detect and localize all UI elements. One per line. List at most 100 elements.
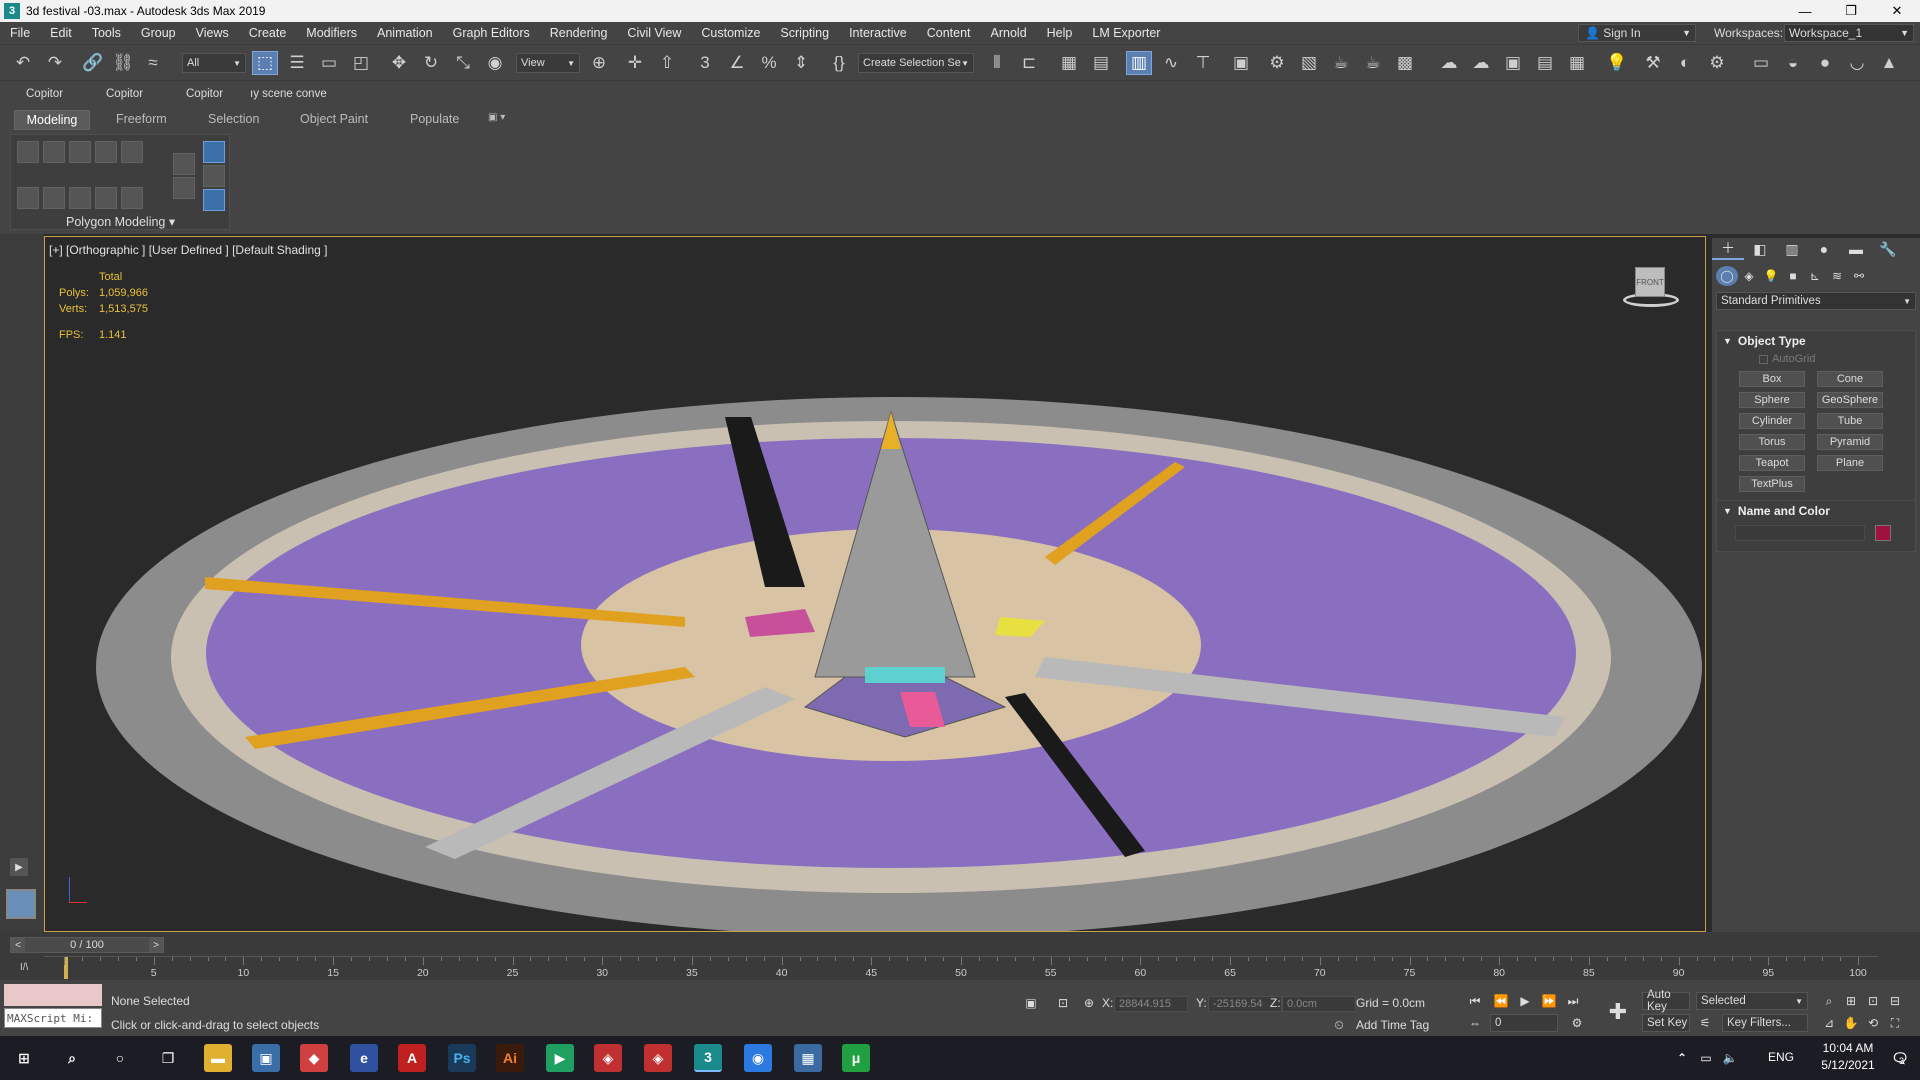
teapot-button[interactable]: Teapot [1739,455,1805,471]
menu-content[interactable]: Content [917,26,981,40]
object-name-input[interactable] [1735,525,1865,541]
polygon-icon[interactable] [95,141,117,163]
3dsmax-app-icon[interactable]: 3 [4,3,20,19]
keyboard-shortcut-override-icon[interactable]: ⇧ [654,51,680,75]
menu-rendering[interactable]: Rendering [540,26,618,40]
go-to-start-icon[interactable]: ⏮ [1466,992,1484,1010]
minimize-button[interactable]: — [1782,0,1828,22]
move-icon[interactable]: ✥ [386,51,412,75]
dome-light-icon[interactable]: ◒ [1780,51,1806,75]
render-setup-icon[interactable]: ⚙ [1264,51,1290,75]
key-set-dropdown[interactable]: Selected ▼ [1696,992,1808,1010]
motion-tab-icon[interactable]: ● [1808,238,1840,260]
ribbon-options-icon[interactable]: ▣ ▾ [488,112,505,123]
previous-frame-icon[interactable]: < [11,938,25,952]
placement-icon[interactable]: ◉ [482,51,508,75]
spinner-snap-icon[interactable]: ⇕ [788,51,814,75]
link-icon[interactable]: 🔗 [80,51,106,75]
menu-arnold[interactable]: Arnold [981,26,1037,40]
schematic-view-icon[interactable]: ⊤ [1190,51,1216,75]
clock-date[interactable]: 5/12/2021 [1810,1058,1886,1072]
reference-coordinate-dropdown[interactable]: View ▼ [516,53,580,73]
object-color-swatch[interactable] [1875,525,1891,541]
set-key-button[interactable]: Set Key [1642,1014,1690,1032]
textplus-button[interactable]: TextPlus [1739,476,1805,492]
edge-icon[interactable] [43,141,65,163]
scene-converter-button[interactable]: ıy scene conve [250,88,327,100]
windows-start-icon[interactable]: ⊞ [10,1044,38,1072]
calculator-icon[interactable]: ▦ [794,1044,822,1072]
store-icon[interactable]: ▣ [252,1044,280,1072]
sketchup-icon[interactable]: ◈ [594,1044,622,1072]
cone-button[interactable]: Cone [1817,371,1883,387]
menu-views[interactable]: Views [186,26,239,40]
collapse-stack-icon[interactable] [95,187,117,209]
systems-icon[interactable]: ⚯ [1848,266,1870,286]
x-coordinate-field[interactable]: 28844.915 [1114,996,1188,1012]
light-lister-icon[interactable]: 💡 [1604,51,1630,75]
helpers-icon[interactable]: ⊾ [1804,266,1826,286]
task-view-icon[interactable]: ❐ [154,1044,182,1072]
default-in-out-tangents-icon[interactable]: ⚟ [1696,1014,1714,1032]
cameras-icon[interactable]: ■ [1782,266,1804,286]
redo-icon[interactable]: ↷ [42,51,68,75]
edit-named-selection-icon[interactable]: {} [826,51,852,75]
time-tag-icon[interactable]: ⏲ [1330,1016,1348,1034]
bind-space-warp-icon[interactable]: ≈ [140,51,166,75]
next-frame-icon[interactable]: > [149,938,163,952]
rotate-icon[interactable]: ↻ [418,51,444,75]
close-button[interactable]: ✕ [1874,0,1920,22]
tab-selection[interactable]: Selection [208,112,259,126]
selection-filter-dropdown[interactable]: All ▼ [182,53,246,73]
create-tab-icon[interactable]: ＋ [1712,238,1744,260]
acrobat-icon[interactable]: A [398,1044,426,1072]
cylinder-button[interactable]: Cylinder [1739,413,1805,429]
viewport-label[interactable]: [+] [Orthographic ] [User Defined ] [Def… [49,243,327,257]
next-key-icon[interactable]: ⏩ [1540,992,1558,1010]
cloud-icon[interactable]: ☁ [1468,51,1494,75]
maxscript-mini-listener[interactable]: MAXScript Mi: [4,1008,102,1028]
menu-group[interactable]: Group [131,26,186,40]
key-mode-icon[interactable]: ⇔ [1466,1014,1484,1032]
zoom-all-icon[interactable]: ⊞ [1842,992,1860,1010]
name-and-color-header[interactable]: ▼ Name and Color [1717,501,1915,521]
torus-button[interactable]: Torus [1739,434,1805,450]
zoom-icon[interactable]: ⌕ [1820,992,1838,1010]
ribbon-toggle-icon[interactable]: ▥ [1126,51,1152,75]
orbit-icon[interactable]: ⟲ [1864,1014,1882,1032]
chrome-icon[interactable]: ◉ [744,1044,772,1072]
menu-animation[interactable]: Animation [367,26,443,40]
plane-light-icon[interactable]: ▭ [1748,51,1774,75]
sphere-light-icon[interactable]: ● [1812,51,1838,75]
cone-light-icon[interactable]: ▲ [1876,51,1902,75]
shapes-icon[interactable]: ◈ [1738,266,1760,286]
expand-layout-icon[interactable]: ▶ [10,858,28,876]
tool-2-icon[interactable]: ◐ [1672,51,1698,75]
auto-key-button[interactable]: Auto Key [1642,989,1690,1013]
layer-explorer-icon[interactable]: ▤ [1088,51,1114,75]
zoom-extents-all-icon[interactable]: ⊟ [1886,992,1904,1010]
zoom-extents-icon[interactable]: ⊡ [1864,992,1882,1010]
isolate-selection-icon[interactable]: ▣ [1022,994,1040,1012]
pyramid-button[interactable]: Pyramid [1817,434,1883,450]
select-object-icon[interactable]: ⬚ [252,51,278,75]
previous-modifier-icon[interactable] [43,187,65,209]
teapot-render-icon[interactable]: ☁ [1436,51,1462,75]
rectangular-selection-icon[interactable]: ▭ [316,51,342,75]
cortana-icon[interactable]: ○ [106,1044,134,1072]
menu-scripting[interactable]: Scripting [770,26,839,40]
app-icon-1[interactable]: ▶ [546,1044,574,1072]
utorrent-icon[interactable]: μ [842,1044,870,1072]
perspective-viewport[interactable]: [+] [Orthographic ] [User Defined ] [Def… [44,236,1706,932]
select-by-name-icon[interactable]: ☰ [284,51,310,75]
frame-ruler[interactable]: 5 10 15 20 25 30 35 40 45 50 55 60 65 70 75 80 85 90 95 100 [44,956,1878,980]
menu-edit[interactable]: Edit [40,26,82,40]
box-button[interactable]: Box [1739,371,1805,387]
angle-snap-icon[interactable]: ∠ [724,51,750,75]
language-indicator[interactable]: ENG [1768,1050,1794,1064]
render-production-icon[interactable]: ☕ [1328,51,1354,75]
illustrator-icon[interactable]: Ai [496,1044,524,1072]
go-to-end-icon[interactable]: ⏭ [1564,992,1582,1010]
utilities-tab-icon[interactable]: 🔧 [1872,238,1904,260]
geometry-icon[interactable]: ◯ [1716,266,1738,286]
